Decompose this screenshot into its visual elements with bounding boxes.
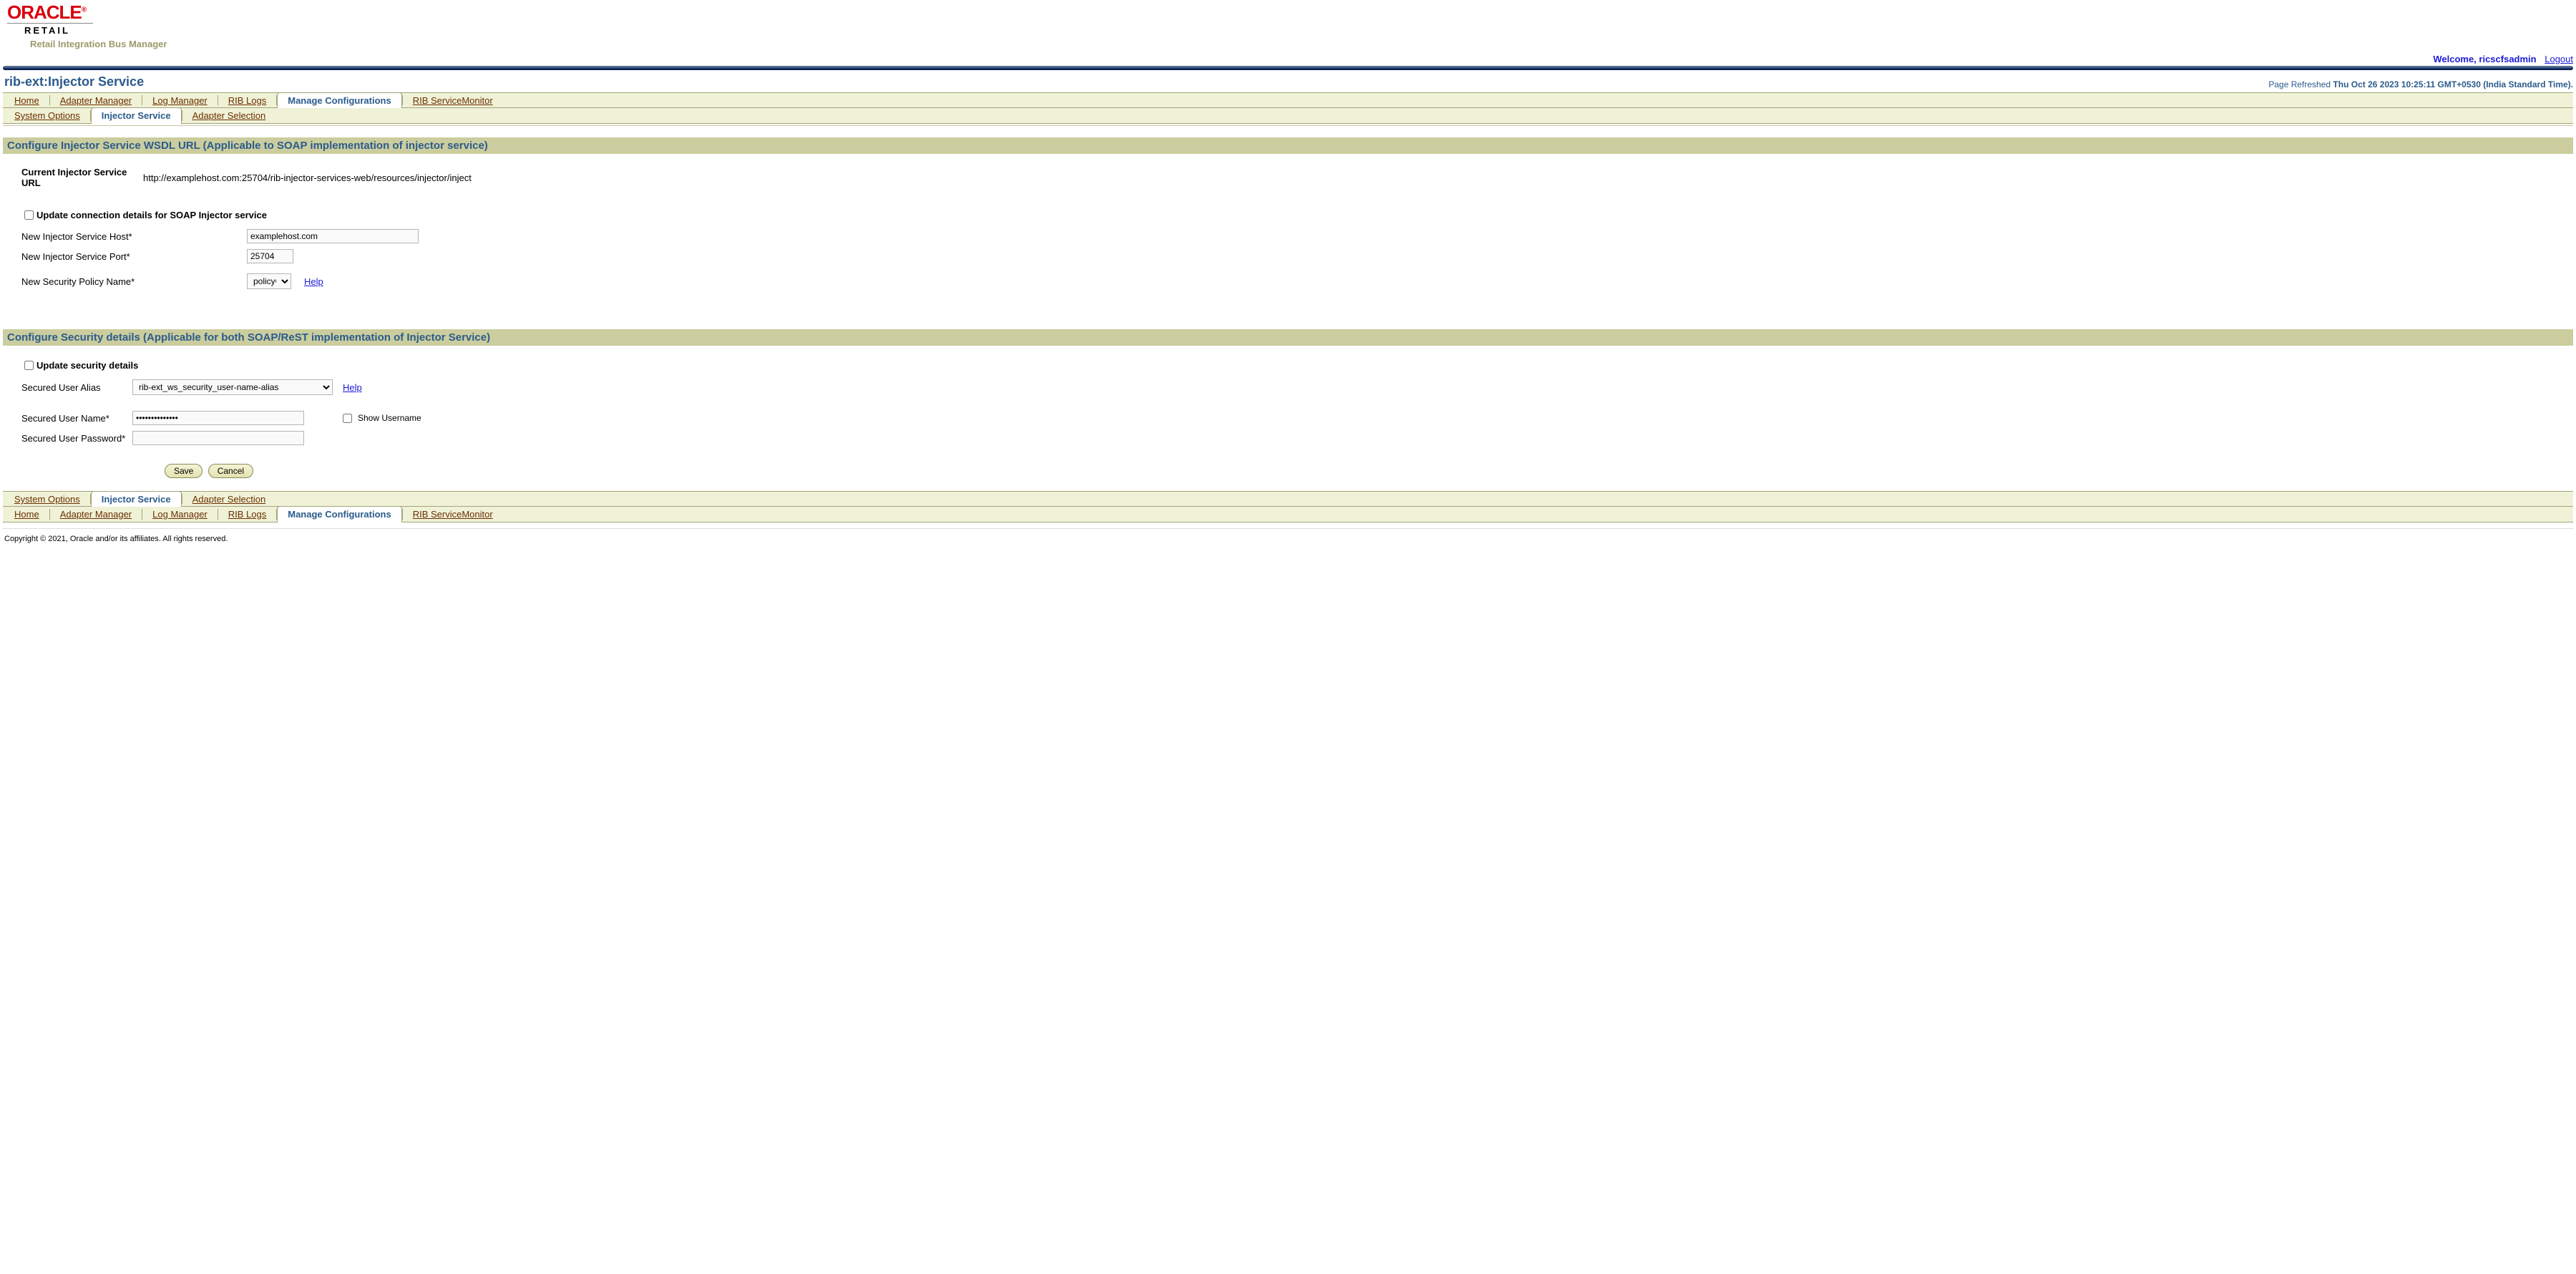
username-input[interactable] — [132, 411, 304, 425]
tab-log-manager-link[interactable]: Log Manager — [152, 95, 208, 106]
host-input[interactable] — [247, 229, 419, 243]
page-title-row: rib-ext:Injector Service Page Refreshed … — [0, 70, 2576, 92]
tab-rib-servicemonitor-link[interactable]: RIB ServiceMonitor — [413, 95, 493, 106]
subtab-injector-service-bottom-label: Injector Service — [102, 494, 171, 505]
subtab-adapter-selection[interactable]: Adapter Selection — [182, 108, 276, 123]
sub-tab-divider — [3, 125, 2573, 126]
subtab-system-options-link[interactable]: System Options — [14, 110, 80, 121]
tab-rib-servicemonitor[interactable]: RIB ServiceMonitor — [403, 93, 503, 107]
current-url-label: Current Injector Service URL — [21, 167, 143, 188]
main-tabs-top: Home Adapter Manager Log Manager RIB Log… — [3, 92, 2573, 108]
logo-block: ORACLE® RETAIL — [4, 3, 93, 36]
port-input[interactable] — [247, 249, 293, 263]
main-tabs-bottom: Home Adapter Manager Log Manager RIB Log… — [3, 507, 2573, 522]
cancel-button[interactable]: Cancel — [208, 464, 253, 478]
save-button[interactable]: Save — [165, 464, 203, 478]
sub-tabs-top: System Options Injector Service Adapter … — [3, 108, 2573, 124]
tab-adapter-manager-bottom-link[interactable]: Adapter Manager — [60, 509, 132, 520]
tab-home[interactable]: Home — [4, 93, 49, 107]
password-label: Secured User Password* — [21, 433, 132, 444]
oracle-logo: ORACLE® — [4, 3, 93, 21]
show-username-label: Show Username — [358, 413, 421, 423]
welcome-text: Welcome, ricscfsadmin — [2433, 54, 2536, 64]
tab-manage-configurations-bottom[interactable]: Manage Configurations — [277, 506, 401, 522]
app-subtitle: Retail Integration Bus Manager — [4, 36, 2572, 54]
tab-rib-servicemonitor-bottom-link[interactable]: RIB ServiceMonitor — [413, 509, 493, 520]
tab-adapter-manager-bottom[interactable]: Adapter Manager — [50, 507, 142, 522]
update-security-checkbox[interactable] — [24, 361, 34, 370]
section2-content: Update security details Secured User Ali… — [0, 346, 2576, 491]
alias-select[interactable]: rib-ext_ws_security_user-name-alias — [132, 379, 333, 395]
subtab-system-options-bottom[interactable]: System Options — [4, 492, 90, 506]
current-url-value: http://examplehost.com:25704/rib-injecto… — [143, 172, 472, 183]
subtab-adapter-selection-bottom[interactable]: Adapter Selection — [182, 492, 276, 506]
show-username-checkbox[interactable] — [343, 414, 352, 423]
section2-heading: Configure Security details (Applicable f… — [3, 329, 2573, 346]
page-title: rib-ext:Injector Service — [4, 74, 144, 89]
tab-home-bottom[interactable]: Home — [4, 507, 49, 522]
tab-home-bottom-link[interactable]: Home — [14, 509, 39, 520]
tab-manage-configurations-bottom-label: Manage Configurations — [288, 509, 391, 520]
tab-log-manager-bottom[interactable]: Log Manager — [142, 507, 218, 522]
subtab-system-options[interactable]: System Options — [4, 108, 90, 123]
sub-tabs-bottom: System Options Injector Service Adapter … — [3, 491, 2573, 507]
logout-link[interactable]: Logout — [2545, 54, 2573, 64]
host-label: New Injector Service Host* — [21, 231, 247, 242]
username-label: Secured User Name* — [21, 413, 132, 424]
subtab-adapter-selection-bottom-link[interactable]: Adapter Selection — [192, 494, 266, 505]
tab-home-link[interactable]: Home — [14, 95, 39, 106]
policy-label: New Security Policy Name* — [21, 276, 247, 287]
tab-rib-logs[interactable]: RIB Logs — [218, 93, 276, 107]
port-label: New Injector Service Port* — [21, 251, 247, 262]
tab-manage-configurations-label: Manage Configurations — [288, 95, 391, 106]
alias-label: Secured User Alias — [21, 382, 132, 393]
section1-content: Current Injector Service URL http://exam… — [0, 154, 2576, 299]
update-soap-checkbox[interactable] — [24, 210, 34, 220]
alias-help-link[interactable]: Help — [343, 382, 362, 393]
policy-select[interactable]: policyC — [247, 273, 291, 289]
brand-upper: ORACLE — [7, 1, 82, 23]
subtab-injector-service-bottom[interactable]: Injector Service — [91, 491, 182, 507]
copyright: Copyright © 2021, Oracle and/or its affi… — [0, 532, 2576, 550]
subtab-injector-service-label: Injector Service — [102, 110, 171, 121]
tab-adapter-manager[interactable]: Adapter Manager — [50, 93, 142, 107]
refreshed-value: Thu Oct 26 2023 10:25:11 GMT+0530 (India… — [2333, 79, 2573, 89]
page-refreshed: Page Refreshed Thu Oct 26 2023 10:25:11 … — [2268, 79, 2573, 89]
tab-log-manager[interactable]: Log Manager — [142, 93, 218, 107]
brand-mark: ® — [82, 6, 86, 14]
update-soap-label: Update connection details for SOAP Injec… — [36, 210, 267, 220]
subtab-injector-service[interactable]: Injector Service — [91, 107, 182, 124]
tab-adapter-manager-link[interactable]: Adapter Manager — [60, 95, 132, 106]
footer-divider — [3, 528, 2573, 529]
header: ORACLE® RETAIL Retail Integration Bus Ma… — [0, 0, 2576, 54]
tab-rib-logs-link[interactable]: RIB Logs — [228, 95, 266, 106]
tab-manage-configurations[interactable]: Manage Configurations — [277, 92, 401, 108]
section1-heading: Configure Injector Service WSDL URL (App… — [3, 137, 2573, 154]
policy-help-link[interactable]: Help — [304, 276, 323, 287]
tab-log-manager-bottom-link[interactable]: Log Manager — [152, 509, 208, 520]
retail-text: RETAIL — [4, 24, 93, 36]
subtab-system-options-bottom-link[interactable]: System Options — [14, 494, 80, 505]
update-security-label: Update security details — [36, 360, 138, 371]
tab-rib-logs-bottom-link[interactable]: RIB Logs — [228, 509, 266, 520]
greeting-bar: Welcome, ricscfsadmin Logout — [0, 54, 2576, 66]
subtab-adapter-selection-link[interactable]: Adapter Selection — [192, 110, 266, 121]
tab-rib-servicemonitor-bottom[interactable]: RIB ServiceMonitor — [403, 507, 503, 522]
password-input[interactable] — [132, 431, 304, 445]
tab-rib-logs-bottom[interactable]: RIB Logs — [218, 507, 276, 522]
refreshed-label: Page Refreshed — [2268, 79, 2331, 89]
